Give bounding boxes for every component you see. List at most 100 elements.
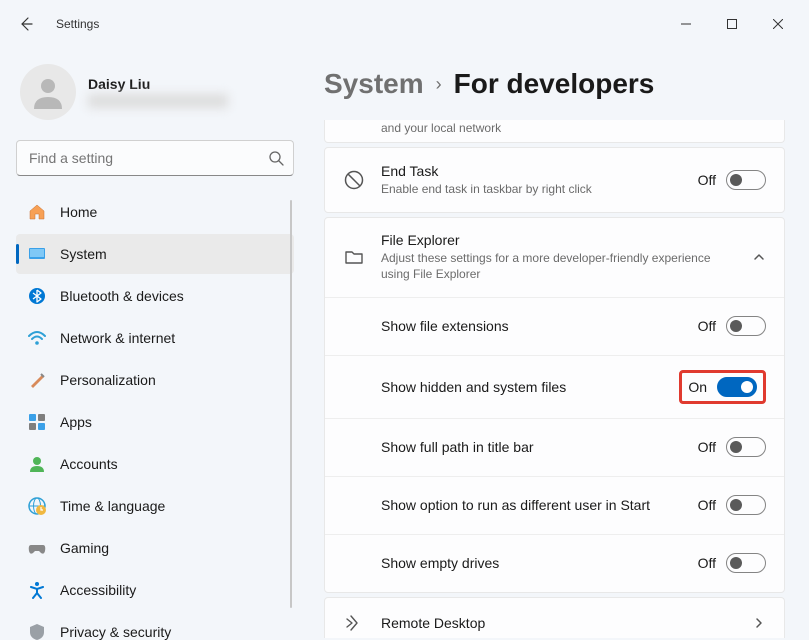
setting-sub-label: Show hidden and system files	[381, 379, 663, 395]
sidebar: Daisy Liu Home System Bluetooth & device…	[0, 48, 300, 640]
sidebar-item-label: Gaming	[60, 540, 109, 556]
back-button[interactable]	[8, 6, 44, 42]
breadcrumb-parent[interactable]: System	[324, 68, 424, 100]
wifi-icon	[28, 329, 46, 347]
setting-title: End Task	[381, 163, 682, 179]
setting-sub-row: Show full path in title bar Off	[325, 418, 784, 476]
titlebar: Settings	[0, 0, 809, 48]
remote-icon	[343, 612, 365, 634]
sidebar-item-gaming[interactable]: Gaming	[16, 528, 294, 568]
highlighted-toggle: On	[679, 370, 766, 404]
toggle-state-label: Off	[698, 555, 716, 571]
search-input[interactable]	[16, 140, 294, 176]
toggle-state-label: Off	[698, 497, 716, 513]
expander-header-file-explorer[interactable]: File Explorer Adjust these settings for …	[325, 218, 784, 296]
maximize-button[interactable]	[709, 8, 755, 40]
toggle-switch[interactable]	[726, 316, 766, 336]
setting-sub-label: Show option to run as different user in …	[381, 497, 682, 513]
sidebar-item-label: System	[60, 246, 107, 262]
toggle-state-label: On	[688, 379, 707, 395]
system-icon	[28, 245, 46, 263]
toggle-switch[interactable]	[726, 437, 766, 457]
search-box	[16, 140, 294, 176]
sidebar-item-accessibility[interactable]: Accessibility	[16, 570, 294, 610]
close-icon	[773, 19, 783, 29]
sidebar-item-privacy[interactable]: Privacy & security	[16, 612, 294, 640]
shield-icon	[28, 623, 46, 640]
search-icon	[268, 150, 284, 166]
setting-card-file-explorer: File Explorer Adjust these settings for …	[324, 217, 785, 592]
toggle-switch[interactable]	[726, 495, 766, 515]
sidebar-item-label: Personalization	[60, 372, 156, 388]
brush-icon	[28, 371, 46, 389]
setting-card-end-task[interactable]: End Task Enable end task in taskbar by r…	[324, 147, 785, 213]
toggle-state-label: Off	[698, 439, 716, 455]
maximize-icon	[727, 19, 737, 29]
setting-desc-partial: and your local network	[325, 120, 784, 142]
toggle-wrap: Off	[698, 316, 766, 336]
sidebar-item-label: Accessibility	[60, 582, 136, 598]
user-name: Daisy Liu	[88, 76, 290, 92]
folder-icon	[343, 246, 365, 268]
scrollbar-track[interactable]	[290, 200, 292, 608]
breadcrumb: System › For developers	[324, 48, 785, 120]
window-controls	[663, 8, 801, 40]
setting-desc: Adjust these settings for a more develop…	[381, 250, 736, 282]
setting-sub-row: Show option to run as different user in …	[325, 476, 784, 534]
sidebar-item-network[interactable]: Network & internet	[16, 318, 294, 358]
sidebar-item-personalization[interactable]: Personalization	[16, 360, 294, 400]
sidebar-item-label: Time & language	[60, 498, 165, 514]
sidebar-item-bluetooth[interactable]: Bluetooth & devices	[16, 276, 294, 316]
user-email-redacted	[88, 94, 228, 108]
toggle-wrap: Off	[698, 495, 766, 515]
gamepad-icon	[28, 539, 46, 557]
close-button[interactable]	[755, 8, 801, 40]
sidebar-item-label: Privacy & security	[60, 624, 171, 640]
sidebar-item-label: Apps	[60, 414, 92, 430]
sidebar-item-home[interactable]: Home	[16, 192, 294, 232]
chevron-up-icon	[752, 250, 766, 264]
toggle-wrap: Off	[698, 553, 766, 573]
setting-desc: Enable end task in taskbar by right clic…	[381, 181, 682, 197]
content-area: System › For developers and your local n…	[300, 48, 809, 640]
page-title: For developers	[454, 68, 655, 100]
setting-sub-label: Show empty drives	[381, 555, 682, 571]
chevron-right-icon	[752, 616, 766, 630]
minimize-button[interactable]	[663, 8, 709, 40]
toggle-wrap: Off	[698, 437, 766, 457]
setting-card-remote-desktop[interactable]: Remote Desktop	[324, 597, 785, 638]
setting-card-partial: and your local network	[324, 120, 785, 143]
clock-globe-icon	[28, 497, 46, 515]
setting-title: Remote Desktop	[381, 615, 736, 631]
chevron-right-icon: ›	[436, 74, 442, 95]
toggle-state-label: Off	[698, 318, 716, 334]
no-entry-icon	[343, 169, 365, 191]
setting-title: File Explorer	[381, 232, 736, 248]
apps-icon	[28, 413, 46, 431]
sidebar-item-label: Network & internet	[60, 330, 175, 346]
accessibility-icon	[28, 581, 46, 599]
bluetooth-icon	[28, 287, 46, 305]
person-icon	[29, 73, 67, 111]
avatar	[20, 64, 76, 120]
sidebar-item-system[interactable]: System	[16, 234, 294, 274]
user-section[interactable]: Daisy Liu	[16, 56, 294, 136]
minimize-icon	[681, 19, 691, 29]
toggle-switch[interactable]	[717, 377, 757, 397]
accounts-icon	[28, 455, 46, 473]
toggle-state-label: Off	[698, 172, 716, 188]
sidebar-item-label: Bluetooth & devices	[60, 288, 184, 304]
setting-sub-row: Show empty drives Off	[325, 534, 784, 592]
sidebar-item-apps[interactable]: Apps	[16, 402, 294, 442]
setting-sub-label: Show full path in title bar	[381, 439, 682, 455]
toggle-end-task[interactable]	[726, 170, 766, 190]
home-icon	[28, 203, 46, 221]
sidebar-item-label: Home	[60, 204, 97, 220]
setting-sub-row: Show file extensionsOff	[325, 297, 784, 355]
app-title: Settings	[56, 17, 99, 31]
nav-list: Home System Bluetooth & devices Network …	[16, 192, 294, 640]
sidebar-item-time[interactable]: Time & language	[16, 486, 294, 526]
sidebar-item-accounts[interactable]: Accounts	[16, 444, 294, 484]
setting-sub-row: Show hidden and system files On	[325, 355, 784, 418]
toggle-switch[interactable]	[726, 553, 766, 573]
